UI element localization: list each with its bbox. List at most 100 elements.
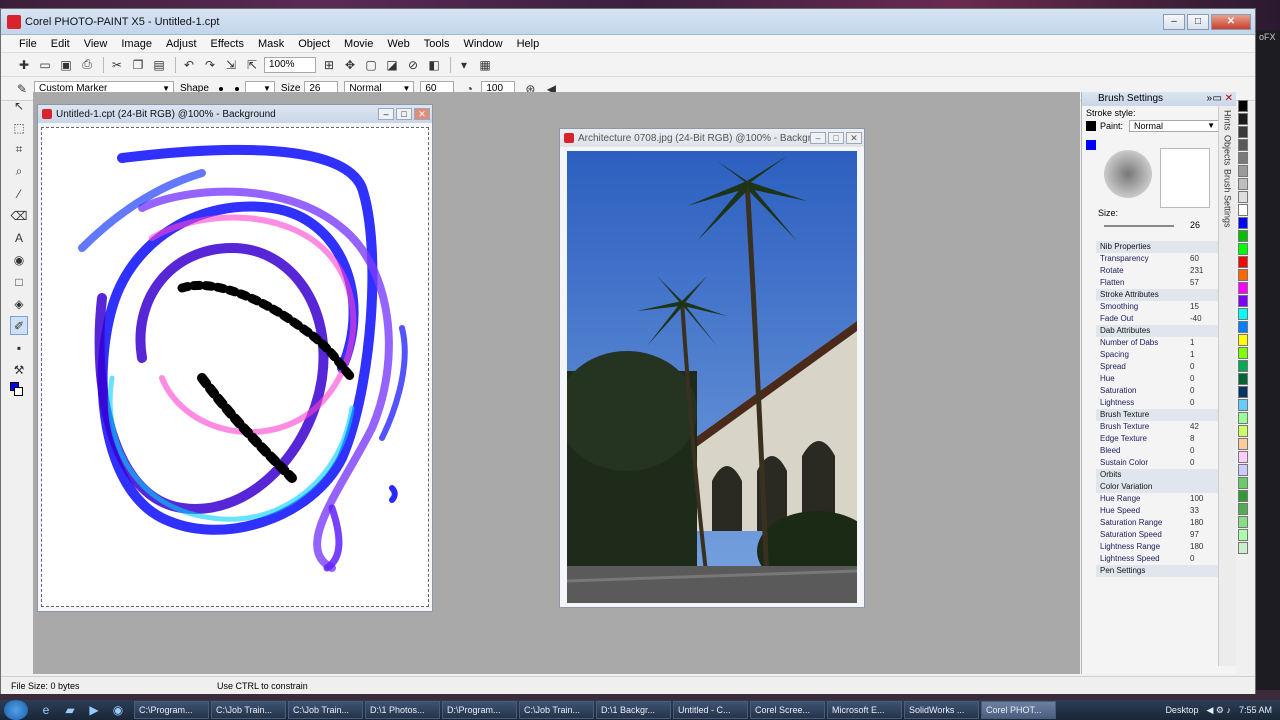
- desktop-toolbar-label[interactable]: Desktop: [1165, 705, 1198, 715]
- new-document-icon[interactable]: ✚: [15, 56, 33, 74]
- docker-minimize-icon[interactable]: ▭: [1213, 92, 1222, 106]
- palette-swatch[interactable]: [1238, 126, 1248, 138]
- palette-swatch[interactable]: [1238, 165, 1248, 177]
- taskbar-button[interactable]: C:\Job Train...: [288, 701, 363, 719]
- tab-objects[interactable]: Objects: [1223, 135, 1233, 166]
- application-launcher-icon[interactable]: ▾: [455, 56, 473, 74]
- property-row[interactable]: Hue Range 100: [1096, 493, 1218, 505]
- property-value[interactable]: [1190, 241, 1218, 253]
- architecture-photo[interactable]: [567, 151, 857, 603]
- palette-swatch[interactable]: [1238, 269, 1248, 281]
- rectangle-mask-icon[interactable]: ⬚: [10, 118, 28, 137]
- property-value[interactable]: [1190, 325, 1218, 337]
- import-icon[interactable]: ⇲: [222, 56, 240, 74]
- open-folder-icon[interactable]: ▭: [36, 56, 54, 74]
- palette-swatch[interactable]: [1238, 321, 1248, 333]
- taskbar-button[interactable]: D:\Program...: [442, 701, 517, 719]
- property-section[interactable]: Stroke Attributes: [1096, 289, 1218, 301]
- property-value[interactable]: 0: [1190, 361, 1218, 373]
- doc-minimize-button[interactable]: –: [810, 132, 826, 144]
- palette-swatch[interactable]: [1238, 113, 1248, 125]
- palette-swatch[interactable]: [1238, 464, 1248, 476]
- property-row[interactable]: Sustain Color 0: [1096, 457, 1218, 469]
- eraser-icon[interactable]: ⌫: [10, 206, 28, 225]
- taskbar-button[interactable]: D:\1 Backgr...: [596, 701, 671, 719]
- eyedropper-icon[interactable]: ⁄: [10, 184, 28, 203]
- canvas-untitled[interactable]: [41, 127, 429, 607]
- doc-close-button[interactable]: ✕: [414, 108, 430, 120]
- mask-marquee-icon[interactable]: ▢: [362, 56, 380, 74]
- property-value[interactable]: 15: [1190, 301, 1218, 313]
- property-value[interactable]: 0: [1190, 397, 1218, 409]
- property-value[interactable]: 0: [1190, 553, 1218, 565]
- property-value[interactable]: 33: [1190, 505, 1218, 517]
- property-row[interactable]: Hue 0: [1096, 373, 1218, 385]
- property-value[interactable]: 60: [1190, 253, 1218, 265]
- taskbar-button[interactable]: Untitled - C...: [673, 701, 748, 719]
- color-swatches[interactable]: [10, 382, 30, 396]
- property-value[interactable]: 1: [1190, 337, 1218, 349]
- property-row[interactable]: Saturation 0: [1096, 385, 1218, 397]
- taskbar-button[interactable]: C:\Program...: [134, 701, 209, 719]
- palette-swatch[interactable]: [1238, 334, 1248, 346]
- palette-swatch[interactable]: [1238, 230, 1248, 242]
- tab-hints[interactable]: Hints: [1223, 110, 1233, 131]
- property-value[interactable]: 0: [1190, 457, 1218, 469]
- property-row[interactable]: Smoothing 15: [1096, 301, 1218, 313]
- taskbar-button[interactable]: C:\Job Train...: [211, 701, 286, 719]
- cut-icon[interactable]: ✂: [108, 56, 126, 74]
- zoom-tool-icon[interactable]: ⌕: [10, 162, 28, 181]
- property-row[interactable]: Flatten 57: [1096, 277, 1218, 289]
- menu-mask[interactable]: Mask: [258, 38, 284, 50]
- round-shape-icon[interactable]: [218, 86, 223, 91]
- property-row[interactable]: Rotate 231: [1096, 265, 1218, 277]
- crop-tool-icon[interactable]: ⌗: [10, 140, 28, 159]
- menu-object[interactable]: Object: [298, 38, 330, 50]
- property-section[interactable]: Dab Attributes: [1096, 325, 1218, 337]
- redo-icon[interactable]: ↷: [201, 56, 219, 74]
- property-section[interactable]: Pen Settings: [1096, 565, 1218, 577]
- paint-color-blue[interactable]: [1086, 140, 1096, 150]
- palette-swatch[interactable]: [1238, 139, 1248, 151]
- taskbar-button[interactable]: Corel PHOT...: [981, 701, 1056, 719]
- save-icon[interactable]: ▣: [57, 56, 75, 74]
- red-eye-icon[interactable]: ◉: [10, 250, 28, 269]
- clock[interactable]: 7:55 AM: [1239, 705, 1272, 715]
- property-value[interactable]: 42: [1190, 421, 1218, 433]
- palette-swatch[interactable]: [1238, 477, 1248, 489]
- corel-app-icon[interactable]: [7, 14, 21, 29]
- text-tool-icon[interactable]: A: [10, 228, 28, 247]
- zoom-fit-icon[interactable]: ⊞: [320, 56, 338, 74]
- taskbar-button[interactable]: C:\Job Train...: [519, 701, 594, 719]
- property-row[interactable]: Bleed 0: [1096, 445, 1218, 457]
- palette-swatch[interactable]: [1238, 347, 1248, 359]
- palette-swatch[interactable]: [1238, 516, 1248, 528]
- maximize-button[interactable]: □: [1187, 13, 1209, 30]
- menu-web[interactable]: Web: [387, 38, 409, 50]
- palette-swatch[interactable]: [1238, 204, 1248, 216]
- property-value[interactable]: [1190, 469, 1218, 481]
- size-slider[interactable]: [1104, 225, 1174, 227]
- palette-swatch[interactable]: [1238, 217, 1248, 229]
- pan-icon[interactable]: ✥: [341, 56, 359, 74]
- paint-tool-icon[interactable]: ✎: [13, 80, 31, 98]
- property-value[interactable]: 231: [1190, 265, 1218, 277]
- taskbar-button[interactable]: Corel Scree...: [750, 701, 825, 719]
- property-value[interactable]: 0: [1190, 445, 1218, 457]
- menu-help[interactable]: Help: [517, 38, 540, 50]
- palette-swatch[interactable]: [1238, 243, 1248, 255]
- palette-swatch[interactable]: [1238, 360, 1248, 372]
- property-row[interactable]: Lightness 0: [1096, 397, 1218, 409]
- close-button[interactable]: ✕: [1211, 13, 1251, 30]
- pick-tool-icon[interactable]: ↖: [10, 96, 28, 115]
- property-row[interactable]: Number of Dabs 1: [1096, 337, 1218, 349]
- clone-tool-icon[interactable]: ⚒: [10, 360, 28, 379]
- doc-close-button[interactable]: ✕: [846, 132, 862, 144]
- quicklaunch-icon[interactable]: ◉: [110, 703, 126, 717]
- background-color-swatch[interactable]: [14, 387, 23, 396]
- menu-tools[interactable]: Tools: [424, 38, 450, 50]
- property-section[interactable]: Nib Properties: [1096, 241, 1218, 253]
- tray-icons[interactable]: ◀ ⚙ ♪: [1206, 705, 1231, 716]
- menu-image[interactable]: Image: [121, 38, 152, 50]
- media-player-icon[interactable]: ▶: [86, 703, 102, 717]
